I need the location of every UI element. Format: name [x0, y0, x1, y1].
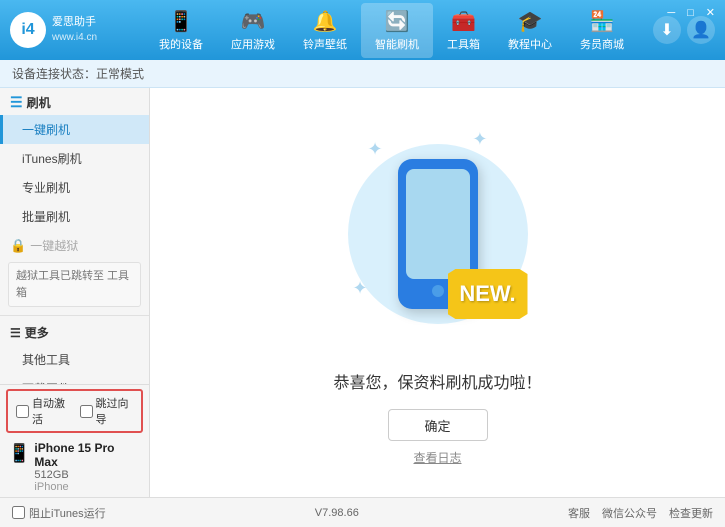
ringtone-icon: 🔔: [313, 9, 338, 34]
nav-apps-games[interactable]: 🎮 应用游戏: [217, 3, 289, 58]
footer-left: 阻止iTunes运行: [12, 505, 106, 521]
logo-area: i4 爱思助手 www.i4.cn: [10, 12, 130, 48]
breadcrumb-text: 设备连接状态：正常模式: [12, 65, 144, 82]
maximize-button[interactable]: □: [683, 5, 698, 21]
device-icon: 📱: [169, 9, 194, 34]
window-controls: ─ □ ✕: [663, 4, 719, 21]
device-info: iPhone 15 Pro Max 512GB iPhone: [34, 441, 141, 493]
phone-illustration: ✦ ✦ ✦ NEW.: [338, 119, 538, 349]
sidebar-item-other-tools[interactable]: 其他工具: [0, 345, 149, 374]
footer-link-homepage[interactable]: 客服: [568, 505, 590, 521]
toolbox-icon: 🧰: [451, 9, 476, 34]
sidebar-flash-header: ☰ 刷机: [0, 88, 149, 115]
nav-smart-flash[interactable]: 🔄 智能刷机: [361, 3, 433, 58]
sidebar-batch-label: 批量刷机: [22, 210, 70, 224]
sparkle-1: ✦: [368, 139, 383, 160]
sidebar-more-label: 更多: [25, 324, 49, 341]
sidebar-disabled-jailbreak: 🔒 一键越狱: [0, 231, 149, 258]
nav-business[interactable]: 🏪 务员商城: [566, 3, 638, 58]
confirm-btn-label: 确定: [424, 416, 450, 435]
auto-activate-checkbox[interactable]: [16, 405, 29, 418]
flash-section-icon: ☰: [10, 94, 23, 111]
confirm-button[interactable]: 确定: [388, 409, 488, 441]
lock-icon: 🔒: [10, 238, 26, 254]
flash-icon: 🔄: [385, 9, 410, 34]
itunes-block-checkbox[interactable]: [12, 506, 25, 519]
sidebar-itunes-label: iTunes刷机: [22, 152, 82, 166]
nav-toolbox[interactable]: 🧰 工具箱: [433, 3, 494, 58]
guide-checkbox[interactable]: [80, 405, 93, 418]
notice-box: 越狱工具已跳转至 工具箱: [8, 262, 141, 307]
breadcrumb: 设备连接状态：正常模式: [0, 60, 725, 88]
auto-activate-label: 自动激活: [32, 395, 70, 427]
close-button[interactable]: ✕: [702, 4, 719, 21]
success-message: 恭喜您，保资料刷机成功啦！: [333, 369, 541, 393]
nav-apps-games-label: 应用游戏: [231, 36, 275, 52]
sidebar-flash-label: 刷机: [27, 94, 51, 111]
more-section-icon: ☰: [10, 326, 21, 340]
nav-tutorial[interactable]: 🎓 教程中心: [494, 3, 566, 58]
sidebar-item-pro-flash[interactable]: 专业刷机: [0, 173, 149, 202]
sidebar-item-itunes-flash[interactable]: iTunes刷机: [0, 144, 149, 173]
guide-label: 跳过向导: [96, 395, 134, 427]
footer-center: V7.98.66: [106, 507, 568, 519]
footer-link-wechat[interactable]: 微信公众号: [602, 505, 657, 521]
nav-bar: 📱 我的设备 🎮 应用游戏 🔔 铃声壁纸 🔄 智能刷机 🧰 工具箱 🎓 教程中心…: [130, 3, 653, 58]
itunes-label: 阻止iTunes运行: [29, 505, 106, 521]
logo-initials: i4: [21, 21, 34, 39]
sidebar-one-key-label: 一键刷机: [22, 123, 70, 137]
minimize-button[interactable]: ─: [663, 5, 679, 21]
log-link[interactable]: 查看日志: [413, 449, 461, 466]
device-phone-icon: 📱: [8, 443, 30, 464]
phone-screen: [406, 169, 470, 279]
footer-link-update[interactable]: 检查更新: [669, 505, 713, 521]
sparkle-3: ✦: [353, 278, 368, 299]
content-area: ✦ ✦ ✦ NEW. 恭喜您，保资料刷机成功啦！ 确定 查看日志: [150, 88, 725, 497]
sidebar-other-tools-label: 其他工具: [22, 353, 70, 367]
device-capacity: 512GB: [34, 469, 141, 481]
checkbox-row: 自动激活 跳过向导: [6, 389, 143, 433]
business-icon: 🏪: [590, 9, 615, 34]
footer-right: 客服 微信公众号 检查更新: [568, 505, 713, 521]
nav-my-device-label: 我的设备: [159, 36, 203, 52]
guide-item[interactable]: 跳过向导: [80, 395, 134, 427]
phone-home-button: [432, 285, 444, 297]
sidebar-pro-label: 专业刷机: [22, 181, 70, 195]
notice-text: 越狱工具已跳转至 工具箱: [16, 270, 129, 299]
nav-smart-flash-label: 智能刷机: [375, 36, 419, 52]
nav-business-label: 务员商城: [580, 36, 624, 52]
sidebar-bottom: 自动激活 跳过向导 📱 iPhone 15 Pro Max 512GB iPho…: [0, 384, 150, 497]
sidebar-item-batch-flash[interactable]: 批量刷机: [0, 202, 149, 231]
nav-my-device[interactable]: 📱 我的设备: [145, 3, 217, 58]
logo-text: 爱思助手 www.i4.cn: [52, 15, 97, 44]
nav-ringtone-label: 铃声壁纸: [303, 36, 347, 52]
nav-ringtone[interactable]: 🔔 铃声壁纸: [289, 3, 361, 58]
device-name: iPhone 15 Pro Max: [34, 441, 141, 469]
nav-toolbox-label: 工具箱: [447, 36, 480, 52]
sparkle-2: ✦: [472, 129, 487, 150]
logo-icon: i4: [10, 12, 46, 48]
tutorial-icon: 🎓: [518, 9, 543, 34]
footer: 阻止iTunes运行 V7.98.66 客服 微信公众号 检查更新: [0, 497, 725, 527]
auto-activate-item[interactable]: 自动激活: [16, 395, 70, 427]
sidebar-more-header: ☰ 更多: [0, 315, 149, 345]
header: i4 爱思助手 www.i4.cn 📱 我的设备 🎮 应用游戏 🔔 铃声壁纸 🔄…: [0, 0, 725, 60]
new-badge-text: NEW.: [459, 281, 515, 307]
new-badge: NEW.: [448, 269, 528, 319]
device-row: 📱 iPhone 15 Pro Max 512GB iPhone: [0, 437, 149, 497]
version-label: V7.98.66: [315, 507, 359, 519]
apps-icon: 🎮: [241, 9, 266, 34]
nav-tutorial-label: 教程中心: [508, 36, 552, 52]
device-type: iPhone: [34, 481, 141, 493]
sidebar-jailbreak-label: 一键越狱: [30, 237, 78, 254]
sidebar-item-one-key-flash[interactable]: 一键刷机: [0, 115, 149, 144]
